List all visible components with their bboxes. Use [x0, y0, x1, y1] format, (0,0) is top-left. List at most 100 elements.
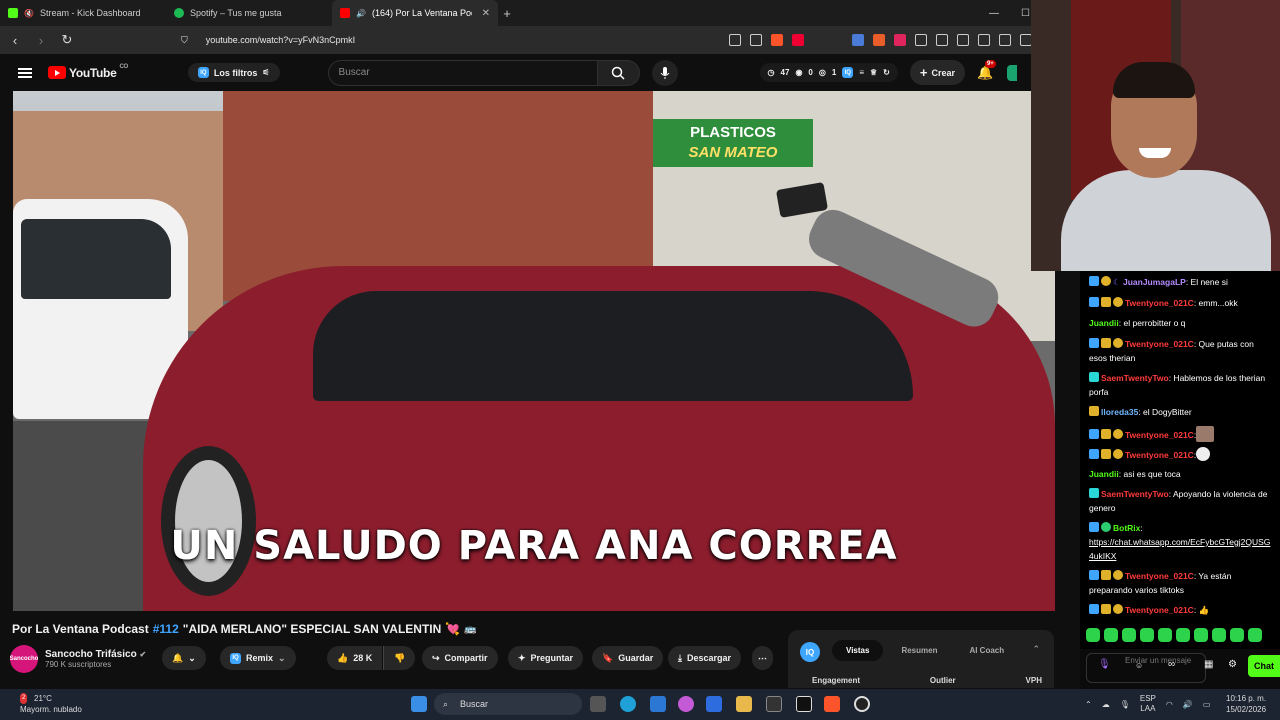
dislike-button[interactable]: 👎: [383, 646, 416, 670]
puzzle-icon[interactable]: [915, 34, 927, 46]
title-hashtag[interactable]: #112: [153, 622, 179, 636]
chat-username[interactable]: BotRix: [1113, 523, 1140, 533]
screen-icon[interactable]: [729, 34, 741, 46]
like-button[interactable]: 👍 28 K: [327, 646, 383, 670]
clock[interactable]: 10:16 p. m. 15/02/2026: [1226, 693, 1266, 715]
edge-icon[interactable]: [620, 696, 636, 712]
emote-icon[interactable]: [1194, 628, 1208, 642]
more-options-button[interactable]: ⋯: [752, 646, 773, 670]
share-icon[interactable]: [750, 34, 762, 46]
weather-widget[interactable]: 2 21°C Mayorm. nublado: [20, 693, 82, 715]
store-icon[interactable]: [706, 696, 722, 712]
minimize-icon[interactable]: —: [989, 8, 999, 19]
search-input[interactable]: Buscar: [327, 59, 598, 86]
task-view-icon[interactable]: [590, 696, 606, 712]
emoji-icon[interactable]: ☺: [1135, 661, 1143, 670]
reload-icon[interactable]: ↻: [60, 32, 74, 48]
youtube-logo[interactable]: YouTube CO: [48, 64, 128, 80]
remix-button[interactable]: IQ Remix ⌄: [220, 646, 296, 670]
chat-input[interactable]: Enviar un mensaje: [1086, 653, 1206, 683]
menu-icon[interactable]: [18, 67, 32, 78]
infinity-icon[interactable]: ∞: [1168, 659, 1175, 670]
tab-resumen[interactable]: Resumen: [887, 640, 951, 661]
sidebar-icon[interactable]: [978, 34, 990, 46]
emote-icon[interactable]: [1104, 628, 1118, 642]
emote-icon[interactable]: [1122, 628, 1136, 642]
chat-username[interactable]: JuanJumagaLP: [1123, 277, 1186, 287]
chevron-up-icon[interactable]: ⌃: [1032, 644, 1040, 655]
wifi-icon[interactable]: ◠: [1166, 700, 1173, 709]
folder-icon[interactable]: [736, 696, 752, 712]
maximize-icon[interactable]: ☐: [1021, 8, 1030, 19]
notifications-button[interactable]: 🔔 9+: [977, 59, 996, 81]
bookmark-icon[interactable]: ⛉: [181, 35, 188, 46]
capcut-icon[interactable]: [796, 696, 812, 712]
tab-ai-coach[interactable]: AI Coach: [955, 640, 1018, 661]
search-button[interactable]: [597, 59, 640, 86]
download-button[interactable]: ⤓ Descargar: [668, 646, 742, 670]
mute-icon[interactable]: 🔇: [24, 9, 34, 18]
extension-m-icon[interactable]: [894, 34, 906, 46]
emote-icon[interactable]: [1248, 628, 1262, 642]
back-icon[interactable]: ‹: [8, 33, 22, 48]
chat-username[interactable]: Juandii: [1089, 318, 1119, 328]
brave-shield-icon[interactable]: [771, 34, 783, 46]
chat-username[interactable]: SaemTwentyTwo: [1101, 489, 1169, 499]
forward-icon[interactable]: ›: [34, 33, 48, 48]
tab-kick-dashboard[interactable]: 🔇 Stream - Kick Dashboard: [0, 0, 166, 26]
chevron-up-icon[interactable]: ⌃: [1085, 700, 1092, 709]
wallet-icon[interactable]: [999, 34, 1011, 46]
close-tab-icon[interactable]: ✕: [482, 8, 490, 19]
tab-spotify[interactable]: Spotify – Tus me gusta: [166, 0, 332, 26]
emote-icon[interactable]: [1176, 628, 1190, 642]
music-icon[interactable]: [957, 34, 969, 46]
emote-icon[interactable]: [1158, 628, 1172, 642]
subscribe-bell-button[interactable]: 🔔 ⌄: [162, 646, 206, 670]
new-tab-button[interactable]: +: [498, 6, 516, 21]
taskbar-search[interactable]: ⌕ Buscar: [434, 693, 582, 715]
chat-username[interactable]: SaemTwentyTwo: [1101, 373, 1169, 383]
ask-button[interactable]: ✦ Preguntar: [508, 646, 584, 670]
terminal-icon[interactable]: [766, 696, 782, 712]
obs-icon[interactable]: [854, 696, 870, 712]
share-button[interactable]: ↪ Compartir: [422, 646, 498, 670]
filters-button[interactable]: IQ Los filtros ⚟: [187, 63, 280, 82]
volume-icon[interactable]: 🔊: [1183, 700, 1193, 709]
send-chat-button[interactable]: Chat: [1248, 655, 1280, 677]
start-icon[interactable]: [411, 696, 427, 712]
store-icon[interactable]: ▦: [1204, 659, 1213, 670]
video-player[interactable]: PLASTICOS SAN MATEO UN SALUDO PARA ANA C…: [13, 91, 1055, 611]
emote-icon[interactable]: [1230, 628, 1244, 642]
emote-icon[interactable]: [1086, 628, 1100, 642]
url-field[interactable]: ⛉ youtube.com/watch?v=yFvN3nCpmkI: [181, 35, 355, 46]
language-indicator[interactable]: ESP LAA: [1140, 694, 1156, 714]
chat-link[interactable]: https://chat.whatsapp.com/EcFybcGTegj2QU…: [1089, 537, 1270, 561]
chat-username[interactable]: Twentyone_021C: [1125, 298, 1194, 308]
chat-username[interactable]: Twentyone_021C: [1125, 571, 1194, 581]
copilot-icon[interactable]: [678, 696, 694, 712]
channel-avatar[interactable]: Sancocho: [10, 645, 38, 673]
tab-vistas[interactable]: Vistas: [832, 640, 884, 661]
chat-username[interactable]: Twentyone_021C: [1125, 430, 1194, 440]
emote-icon[interactable]: [1212, 628, 1226, 642]
chat-username[interactable]: Twentyone_021C: [1125, 605, 1194, 615]
chat-username[interactable]: lloreda35: [1101, 407, 1138, 417]
account-avatar[interactable]: [1007, 64, 1018, 81]
audio-icon[interactable]: 🔊: [356, 9, 366, 18]
extension-stats[interactable]: ◷ 47 ◉ 0 ◎ 1 IQ ≡ ♕ ↻: [759, 63, 898, 82]
channel-name[interactable]: Sancocho Trifásico ✔: [45, 649, 146, 660]
extension-red-icon[interactable]: [873, 34, 885, 46]
create-button[interactable]: + Crear: [909, 60, 965, 85]
mic-icon[interactable]: 🎙: [1120, 700, 1130, 709]
save-button[interactable]: 🔖 Guardar: [592, 646, 664, 670]
tab-youtube[interactable]: 🔊 (164) Por La Ventana Podcast ✕: [332, 0, 498, 26]
brave-rewards-icon[interactable]: [792, 34, 804, 46]
voice-search-button[interactable]: [651, 59, 678, 86]
chat-username[interactable]: Juandii: [1089, 469, 1119, 479]
chat-username[interactable]: Twentyone_021C: [1125, 450, 1194, 460]
settings-icon[interactable]: ⚙: [1228, 659, 1237, 670]
emote-icon[interactable]: [1140, 628, 1154, 642]
chat-username[interactable]: Twentyone_021C: [1125, 339, 1194, 349]
cloud-icon[interactable]: ☁: [1102, 700, 1110, 709]
translate-icon[interactable]: [852, 34, 864, 46]
